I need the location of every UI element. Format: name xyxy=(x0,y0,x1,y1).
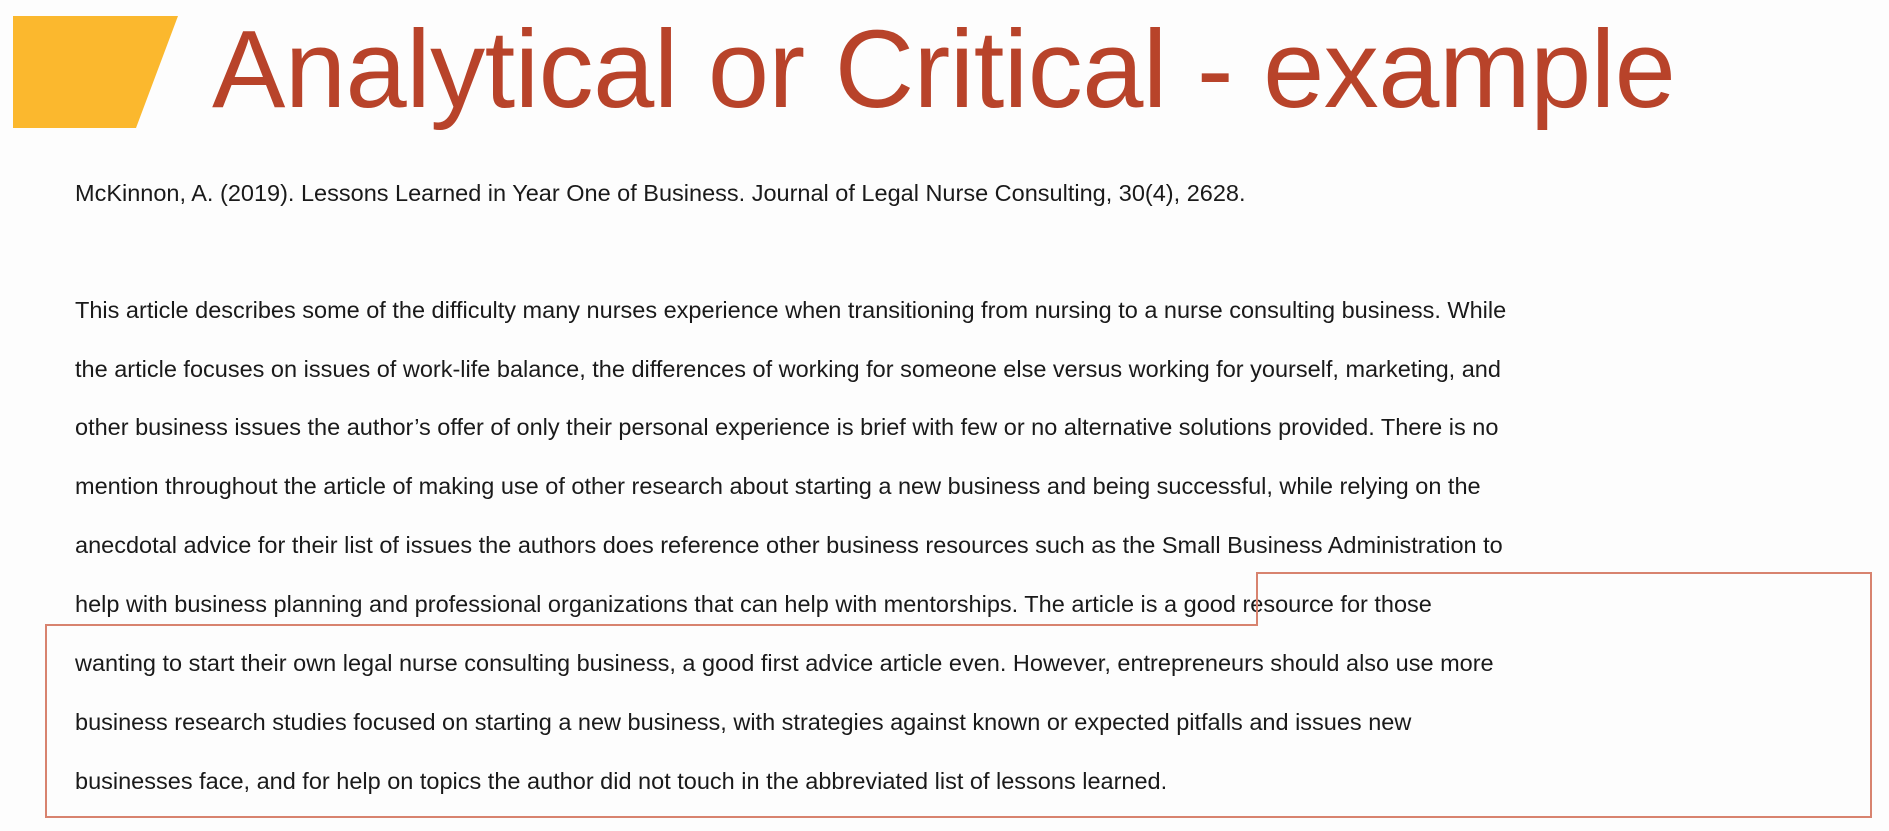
highlight-box-bottom xyxy=(45,624,1872,818)
paragraph-line-text: anecdotal advice for their list of issue… xyxy=(75,532,1503,558)
slide: Analytical or Critical - example McKinno… xyxy=(0,0,1889,831)
highlight-box-top xyxy=(1256,572,1872,626)
highlight-box-join xyxy=(1258,622,1870,628)
paragraph-line: mention throughout the article of making… xyxy=(75,473,1481,499)
paragraph-line-text: help with business planning and professi… xyxy=(75,591,1019,617)
slide-title: Analytical or Critical - example xyxy=(212,8,1676,131)
paragraph-line: the article focuses on issues of work-li… xyxy=(75,356,1501,382)
paragraph-line: help with business planning and professi… xyxy=(75,589,1432,619)
paragraph-line: This article describes some of the diffi… xyxy=(75,297,1507,323)
paragraph-line: anecdotal advice for their list of issue… xyxy=(75,530,1503,560)
accent-shape xyxy=(13,16,178,128)
citation: McKinnon, A. (2019). Lessons Learned in … xyxy=(75,180,1246,206)
paragraph-line: other business issues the author’s offer… xyxy=(75,414,1499,440)
